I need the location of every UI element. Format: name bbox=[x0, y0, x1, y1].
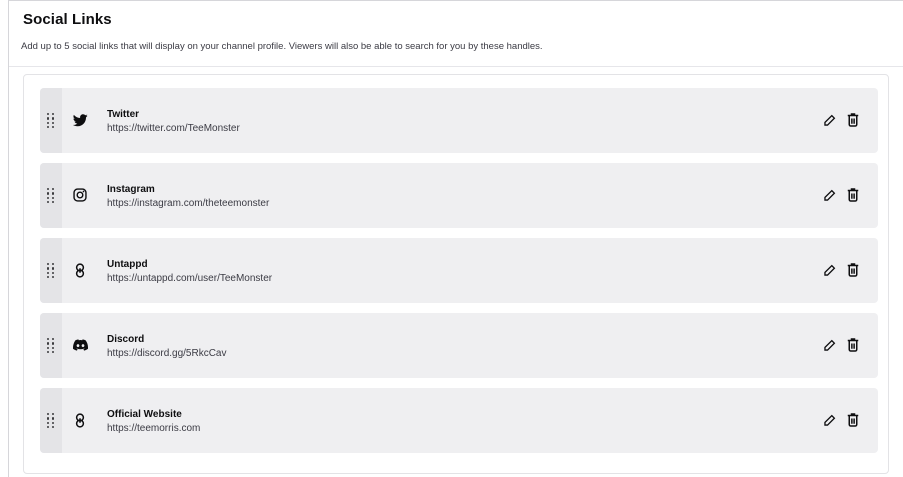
link-url: https://teemorris.com bbox=[107, 423, 201, 434]
link-name: Instagram bbox=[107, 184, 155, 195]
trash-icon bbox=[847, 338, 859, 352]
link-url: https://twitter.com/TeeMonster bbox=[107, 123, 240, 134]
drag-handle-icon[interactable] bbox=[40, 163, 62, 228]
social-link-row-twitter: Twitter https://twitter.com/TeeMonster bbox=[40, 88, 878, 153]
social-link-row-discord: Discord https://discord.gg/5RkcCav bbox=[40, 313, 878, 378]
drag-handle-icon[interactable] bbox=[40, 388, 62, 453]
link-name: Discord bbox=[107, 334, 145, 345]
drag-handle-icon[interactable] bbox=[40, 88, 62, 153]
trash-icon bbox=[847, 188, 859, 202]
link-name: Twitter bbox=[107, 109, 140, 120]
delete-button[interactable] bbox=[844, 111, 862, 129]
social-links-panel: Twitter https://twitter.com/TeeMonster I… bbox=[23, 74, 889, 474]
link-url: https://instagram.com/theteemonster bbox=[107, 198, 270, 209]
edit-button[interactable] bbox=[820, 411, 838, 429]
trash-icon bbox=[847, 113, 859, 127]
link-icon bbox=[70, 260, 90, 280]
delete-button[interactable] bbox=[844, 336, 862, 354]
link-name: Official Website bbox=[107, 409, 182, 420]
drag-handle-icon[interactable] bbox=[40, 313, 62, 378]
delete-button[interactable] bbox=[844, 261, 862, 279]
social-link-row-instagram: Instagram https://instagram.com/theteemo… bbox=[40, 163, 878, 228]
divider bbox=[9, 66, 903, 67]
discord-icon bbox=[70, 335, 90, 355]
link-url: https://untappd.com/user/TeeMonster bbox=[107, 273, 273, 284]
section-title: Social Links bbox=[23, 11, 112, 28]
trash-icon bbox=[847, 263, 859, 277]
social-links-section: Social Links Add up to 5 social links th… bbox=[8, 0, 903, 477]
edit-button[interactable] bbox=[820, 261, 838, 279]
section-description: Add up to 5 social links that will displ… bbox=[21, 41, 543, 52]
edit-button[interactable] bbox=[820, 111, 838, 129]
social-links-list: Twitter https://twitter.com/TeeMonster I… bbox=[40, 88, 878, 463]
pencil-icon bbox=[823, 189, 835, 201]
social-link-row-website: Official Website https://teemorris.com bbox=[40, 388, 878, 453]
link-url: https://discord.gg/5RkcCav bbox=[107, 348, 227, 359]
pencil-icon bbox=[823, 264, 835, 276]
drag-handle-icon[interactable] bbox=[40, 238, 62, 303]
pencil-icon bbox=[823, 114, 835, 126]
pencil-icon bbox=[823, 339, 835, 351]
edit-button[interactable] bbox=[820, 336, 838, 354]
link-name: Untappd bbox=[107, 259, 148, 270]
social-link-row-untappd: Untappd https://untappd.com/user/TeeMons… bbox=[40, 238, 878, 303]
pencil-icon bbox=[823, 414, 835, 426]
edit-button[interactable] bbox=[820, 186, 838, 204]
trash-icon bbox=[847, 413, 859, 427]
delete-button[interactable] bbox=[844, 411, 862, 429]
link-icon bbox=[70, 410, 90, 430]
delete-button[interactable] bbox=[844, 186, 862, 204]
twitter-icon bbox=[70, 110, 90, 130]
instagram-icon bbox=[70, 185, 90, 205]
